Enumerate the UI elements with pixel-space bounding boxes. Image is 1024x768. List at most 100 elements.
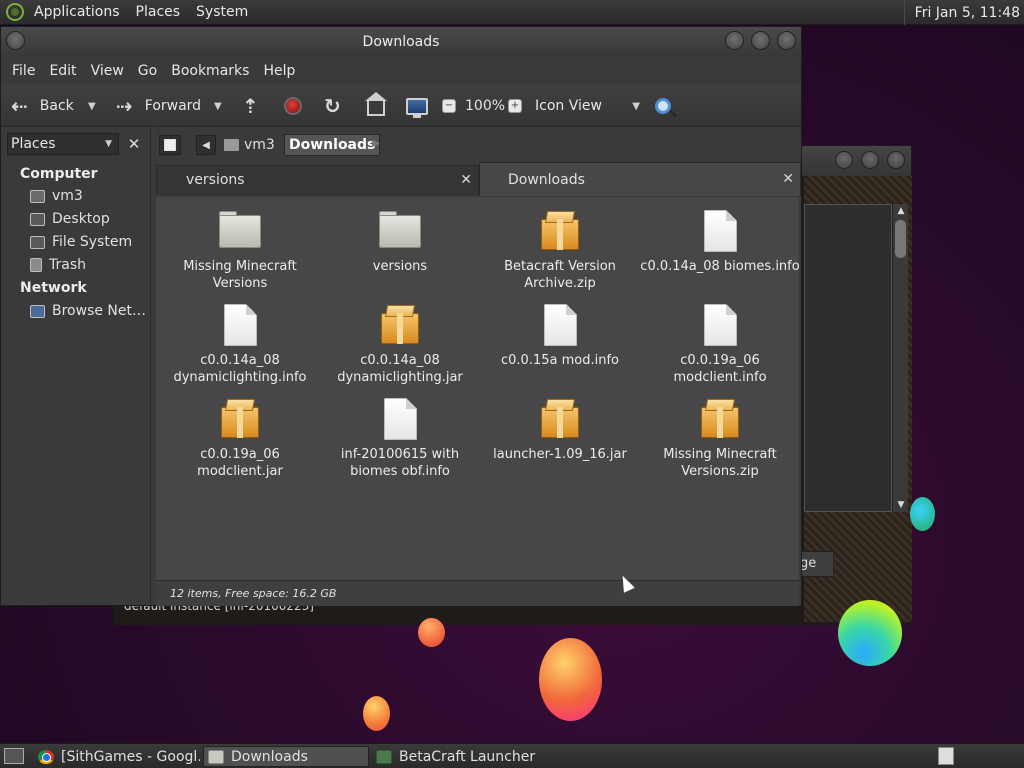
menu-bookmarks[interactable]: Bookmarks: [164, 63, 256, 79]
background-scrollbar[interactable]: ▲ ▼: [892, 204, 908, 512]
up-button[interactable]: ⇡: [242, 85, 259, 127]
file-icon-view[interactable]: Missing Minecraft Versions versions Beta…: [156, 197, 800, 580]
chrome-icon: [38, 749, 54, 764]
network-icon: [30, 304, 45, 318]
java-icon: [376, 749, 392, 764]
sidebar-item-desktop[interactable]: Desktop: [30, 211, 110, 227]
forward-history-dropdown[interactable]: ▼: [214, 85, 222, 127]
task-betacraft-launcher[interactable]: BetaCraft Launcher …: [372, 746, 538, 767]
window-titlebar[interactable]: Downloads: [1, 27, 801, 57]
home-button[interactable]: [365, 85, 387, 127]
computer-button[interactable]: [406, 85, 428, 127]
back-label: Back: [39, 98, 74, 114]
file-item[interactable]: c0.0.14a_08 dynamiclighting.info: [160, 303, 320, 386]
window-title: Downloads: [362, 34, 440, 50]
close-icon[interactable]: [887, 151, 905, 169]
task-label: Downloads: [231, 748, 308, 765]
maximize-icon[interactable]: [751, 31, 770, 50]
menu-go[interactable]: Go: [131, 63, 164, 79]
file-item[interactable]: c0.0.14a_08 dynamiclighting.jar: [320, 303, 480, 386]
sidebar-selector[interactable]: Places ▼: [7, 133, 119, 155]
menu-help[interactable]: Help: [256, 63, 302, 79]
close-tab-icon[interactable]: ✕: [782, 171, 794, 187]
zoom-out-button[interactable]: −: [442, 85, 456, 127]
zoom-level[interactable]: 100%: [465, 85, 505, 127]
sidebar-item-trash[interactable]: Trash: [30, 257, 86, 273]
document-icon: [698, 209, 742, 253]
sidebar-item-browse-network[interactable]: Browse Net…: [30, 303, 146, 319]
stop-button[interactable]: [284, 85, 302, 127]
file-item[interactable]: c0.0.14a_08 biomes.info: [640, 209, 800, 275]
back-arrow-icon: ⇠: [11, 94, 28, 118]
home-folder-icon: [224, 139, 239, 151]
distro-logo-icon[interactable]: [6, 3, 24, 21]
breadcrumb-vm3[interactable]: vm3: [220, 134, 279, 156]
view-mode-select[interactable]: Icon View ▼: [535, 85, 640, 127]
close-icon[interactable]: [777, 31, 796, 50]
zoom-in-button[interactable]: +: [508, 85, 522, 127]
forward-button[interactable]: ⇢ Forward: [116, 85, 201, 127]
file-item[interactable]: c0.0.15a mod.info: [480, 303, 640, 369]
chevron-down-icon: ▼: [88, 100, 96, 112]
maximize-icon[interactable]: [861, 151, 879, 169]
taskbar: [SithGames - Googl… Downloads BetaCraft …: [0, 743, 1024, 768]
menu-view[interactable]: View: [84, 63, 131, 79]
sidebar-item-label: vm3: [52, 188, 83, 204]
minimize-icon[interactable]: [725, 31, 744, 50]
reload-button[interactable]: ↻: [324, 85, 341, 127]
zoom-level-label: 100%: [465, 98, 506, 114]
clock[interactable]: Fri Jan 5, 11:48: [903, 0, 1024, 25]
places-menu[interactable]: Places: [128, 4, 189, 20]
file-item[interactable]: inf-20100615 with biomes obf.info: [320, 397, 480, 480]
path-scroll-right-icon[interactable]: ▶: [372, 138, 380, 149]
scroll-down-icon[interactable]: ▼: [893, 498, 909, 512]
back-button[interactable]: ⇠ Back: [11, 85, 74, 127]
scroll-thumb[interactable]: [895, 220, 906, 258]
close-tab-icon[interactable]: ✕: [460, 172, 472, 188]
reload-icon: ↻: [324, 94, 341, 118]
sidebar-item-vm3[interactable]: vm3: [30, 188, 83, 204]
file-item[interactable]: c0.0.19a_06 modclient.jar: [160, 397, 320, 480]
package-icon: [698, 397, 742, 441]
file-name: Missing Minecraft Versions: [183, 259, 297, 291]
breadcrumb-downloads[interactable]: Downloads: [284, 134, 381, 156]
file-item[interactable]: Missing Minecraft Versions.zip: [640, 397, 800, 480]
sidebar-item-label: File System: [52, 234, 133, 250]
folder-icon: [378, 209, 422, 253]
file-item[interactable]: Missing Minecraft Versions: [160, 209, 320, 292]
toolbar: ⇠ Back ▼ ⇢ Forward ▼ ⇡ ↻ − 100% + Icon V…: [1, 85, 801, 127]
search-button[interactable]: [655, 85, 671, 127]
tab-downloads[interactable]: Downloads ✕: [479, 162, 801, 196]
sidebar-section-network: Network: [20, 280, 87, 296]
document-icon: [698, 303, 742, 347]
system-menu[interactable]: System: [188, 4, 256, 20]
balloon-decoration: [418, 618, 445, 647]
applications-menu[interactable]: Applications: [32, 4, 128, 20]
search-icon: [655, 98, 671, 114]
tab-versions[interactable]: versions ✕: [156, 165, 479, 195]
minimize-icon[interactable]: [835, 151, 853, 169]
close-sidebar-icon[interactable]: ✕: [124, 134, 144, 154]
task-downloads[interactable]: Downloads: [203, 746, 369, 767]
file-item[interactable]: launcher-1.09_16.jar: [480, 397, 640, 463]
sidebar-item-label: Browse Net…: [52, 303, 147, 319]
file-item[interactable]: versions: [320, 209, 480, 275]
sidebar-item-label: Desktop: [52, 211, 110, 227]
menu-file[interactable]: File: [5, 63, 42, 79]
file-name: inf-20100615 with biomes obf.info: [340, 447, 460, 479]
show-desktop-icon[interactable]: [4, 748, 24, 764]
forward-arrow-icon: ⇢: [116, 94, 133, 118]
toggle-location-entry-button[interactable]: [159, 135, 181, 155]
task-browser[interactable]: [SithGames - Googl…: [34, 746, 200, 767]
location-bar: ◀ vm3 Downloads ▶: [154, 127, 801, 161]
file-item[interactable]: c0.0.19a_06 modclient.info: [640, 303, 800, 386]
file-item[interactable]: Betacraft Version Archive.zip: [480, 209, 640, 292]
menu-edit[interactable]: Edit: [42, 63, 83, 79]
balloon-decoration: [838, 600, 902, 666]
trash-applet-icon[interactable]: [938, 747, 954, 765]
back-history-dropdown[interactable]: ▼: [88, 85, 96, 127]
scroll-up-icon[interactable]: ▲: [893, 204, 909, 218]
path-scroll-left-icon[interactable]: ◀: [196, 135, 216, 155]
computer-icon: [406, 97, 428, 118]
sidebar-item-file-system[interactable]: File System: [30, 234, 132, 250]
